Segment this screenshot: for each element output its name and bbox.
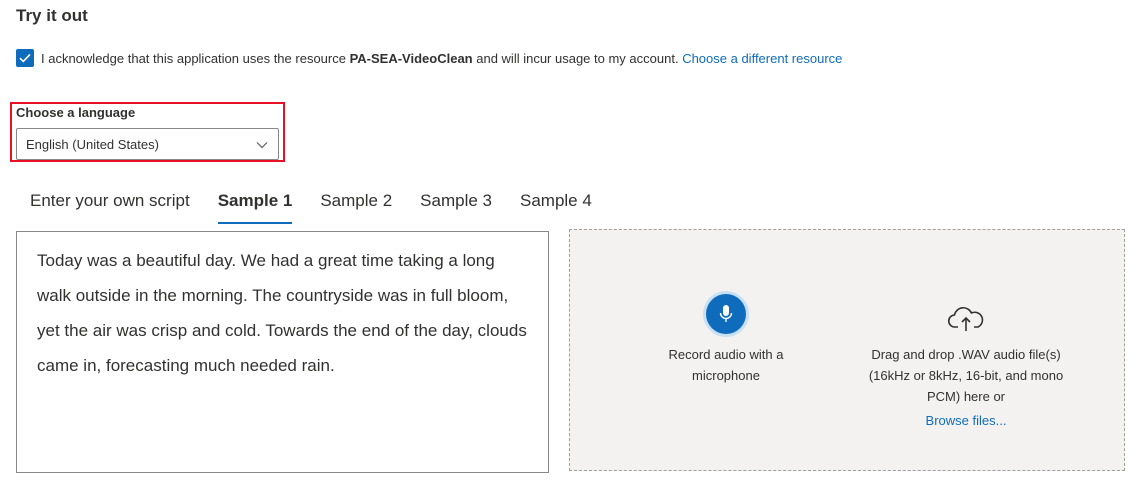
acknowledge-checkbox[interactable] [16,49,34,67]
record-audio-label: Record audio with a microphone [668,347,784,383]
resource-name: PA-SEA-VideoClean [349,50,473,66]
acknowledge-text: I acknowledge that this application uses… [41,51,842,66]
language-label: Choose a language [16,105,136,120]
upload-instructions: Drag and drop .WAV audio file(s) (16kHz … [868,347,1064,404]
microphone-icon [719,305,733,322]
section-title: Try it out [16,6,88,25]
language-dropdown[interactable]: English (United States) [16,128,279,160]
record-audio-option[interactable]: Record audio with a microphone [656,294,796,386]
acknowledge-row: I acknowledge that this application uses… [16,48,842,68]
cloud-upload-icon [947,307,984,331]
record-button[interactable] [706,294,746,334]
sample-tabs: Enter your own script Sample 1 Sample 2 … [16,186,606,226]
tab-own-script[interactable]: Enter your own script [16,186,204,226]
tab-sample-4[interactable]: Sample 4 [506,186,606,226]
language-selected-value: English (United States) [26,136,159,152]
audio-drop-zone[interactable]: Record audio with a microphone Drag and … [569,229,1125,471]
tab-sample-3[interactable]: Sample 3 [406,186,506,226]
script-text-area[interactable]: Today was a beautiful day. We had a grea… [16,231,549,473]
upload-option: Drag and drop .WAV audio file(s) (16kHz … [866,306,1066,431]
tab-sample-2[interactable]: Sample 2 [306,186,406,226]
acknowledge-text-after: and will incur usage to my account. [472,50,683,66]
browse-files-link[interactable]: Browse files... [866,410,1066,431]
tab-sample-1[interactable]: Sample 1 [204,186,307,226]
acknowledge-text-before: I acknowledge that this application uses… [41,50,350,66]
choose-resource-link[interactable]: Choose a different resource [682,51,842,66]
chevron-down-icon [256,142,268,149]
checkmark-icon [19,53,31,63]
